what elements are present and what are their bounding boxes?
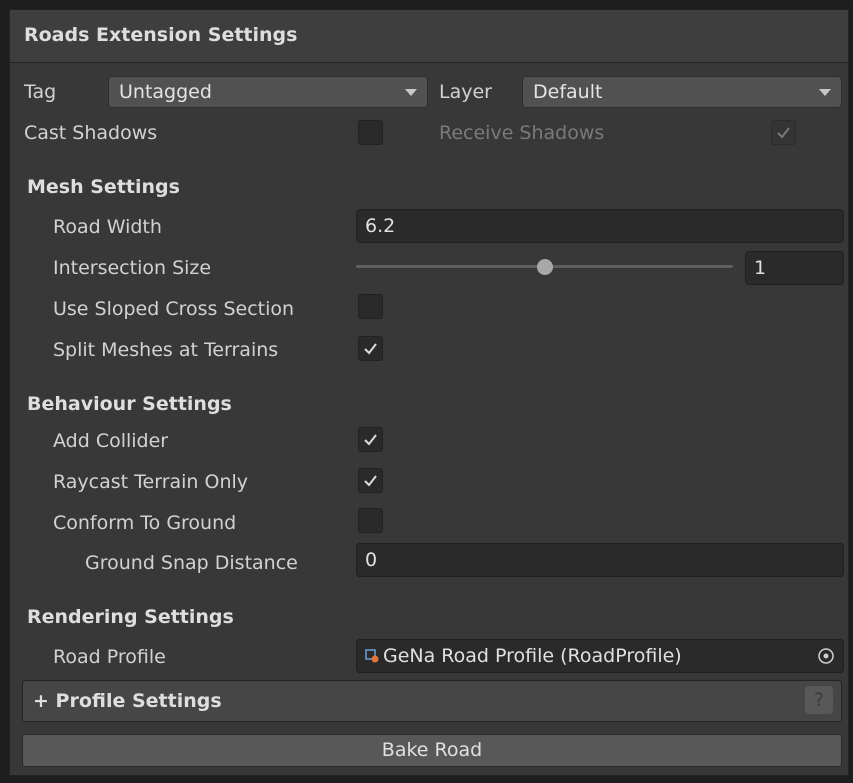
checkmark-icon	[364, 475, 377, 487]
dropdown-arrow-icon	[405, 89, 417, 96]
layer-dropdown[interactable]: Default	[522, 76, 842, 108]
road-profile-label: Road Profile	[53, 646, 166, 668]
profile-settings-label: + Profile Settings	[33, 690, 222, 712]
intersection-size-field[interactable]: 1	[745, 251, 844, 285]
conform-ground-label: Conform To Ground	[53, 512, 237, 534]
road-profile-value: GeNa Road Profile (RoadProfile)	[383, 645, 682, 667]
intersection-size-slider-thumb[interactable]	[536, 259, 553, 275]
split-meshes-label: Split Meshes at Terrains	[53, 339, 279, 361]
ground-snap-label: Ground Snap Distance	[85, 552, 298, 574]
profile-settings-foldout[interactable]: + Profile Settings ?	[22, 680, 842, 722]
layer-label: Layer	[439, 81, 492, 103]
add-collider-label: Add Collider	[53, 430, 169, 452]
road-width-label: Road Width	[53, 216, 162, 238]
tag-label: Tag	[24, 81, 57, 103]
roads-extension-panel: Roads Extension Settings Tag Untagged La…	[9, 9, 849, 776]
conform-ground-checkbox[interactable]	[358, 508, 383, 533]
checkmark-icon	[777, 127, 790, 139]
intersection-size-value: 1	[754, 257, 767, 279]
receive-shadows-checkbox[interactable]	[771, 120, 796, 145]
raycast-terrain-label: Raycast Terrain Only	[53, 471, 249, 493]
layer-value: Default	[533, 81, 603, 103]
tag-value: Untagged	[119, 81, 212, 103]
receive-shadows-label: Receive Shadows	[439, 122, 605, 144]
road-profile-field[interactable]: GeNa Road Profile (RoadProfile)	[356, 639, 844, 673]
ground-snap-field[interactable]: 0	[356, 543, 844, 577]
split-meshes-checkbox[interactable]	[358, 336, 383, 361]
sloped-cross-section-checkbox[interactable]	[358, 294, 383, 319]
tag-dropdown[interactable]: Untagged	[108, 76, 428, 108]
ground-snap-value: 0	[365, 549, 378, 571]
road-profile-icon	[365, 649, 379, 663]
object-picker-icon[interactable]	[817, 647, 835, 665]
panel-header: Roads Extension Settings	[10, 10, 848, 63]
cast-shadows-label: Cast Shadows	[24, 122, 158, 144]
checkmark-icon	[364, 434, 377, 446]
bake-road-button[interactable]: Bake Road	[22, 734, 842, 767]
sloped-cross-section-label: Use Sloped Cross Section	[53, 298, 295, 320]
dropdown-arrow-icon	[819, 89, 831, 96]
raycast-terrain-checkbox[interactable]	[358, 468, 383, 493]
add-collider-checkbox[interactable]	[358, 427, 383, 452]
rendering-settings-heading: Rendering Settings	[27, 606, 234, 628]
panel-title: Roads Extension Settings	[24, 24, 298, 46]
help-icon[interactable]: ?	[805, 686, 833, 714]
road-width-value: 6.2	[365, 215, 396, 237]
cast-shadows-checkbox[interactable]	[358, 120, 383, 145]
road-width-field[interactable]: 6.2	[356, 209, 844, 243]
behaviour-settings-heading: Behaviour Settings	[27, 393, 232, 415]
mesh-settings-heading: Mesh Settings	[27, 176, 180, 198]
checkmark-icon	[364, 343, 377, 355]
intersection-size-label: Intersection Size	[53, 257, 212, 279]
